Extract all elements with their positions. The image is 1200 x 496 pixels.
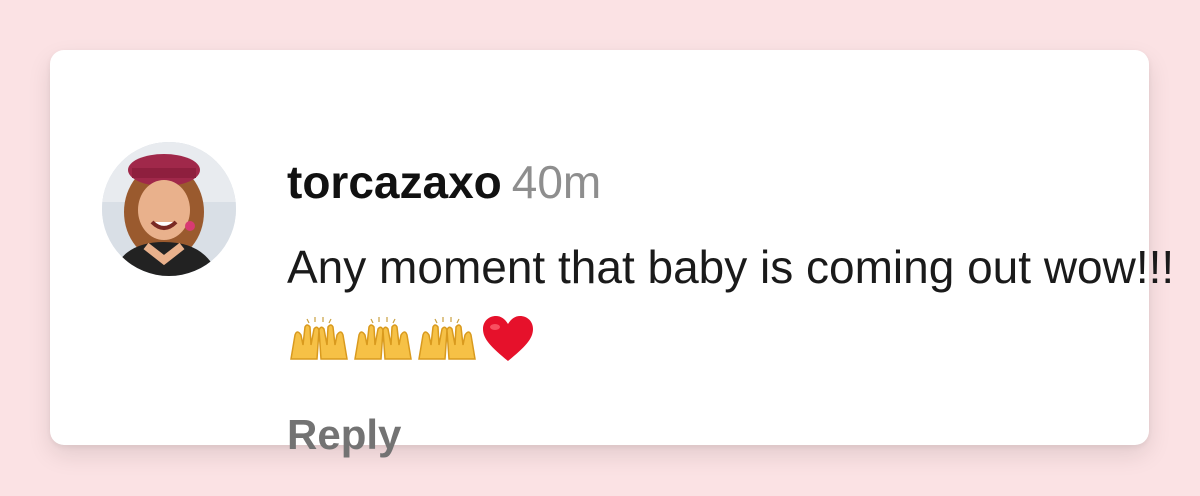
- reply-button[interactable]: Reply: [287, 410, 401, 460]
- raising-hands-icon: [287, 310, 351, 384]
- avatar[interactable]: [102, 142, 236, 276]
- timestamp[interactable]: 40m: [512, 156, 601, 208]
- comment-card: torcazaxo 40m Any moment that baby is com…: [50, 50, 1174, 458]
- raising-hands-icon: [351, 310, 415, 384]
- comment-body: Any moment that baby is coming out wow!!…: [287, 241, 1175, 293]
- username[interactable]: torcazaxo: [287, 156, 502, 208]
- raising-hands-icon: [415, 310, 479, 384]
- avatar-image: [102, 142, 236, 276]
- comment-header: torcazaxo 40m: [287, 154, 601, 210]
- comment-text: Any moment that baby is coming out wow!!…: [287, 230, 1187, 384]
- red-heart-icon: [481, 310, 535, 384]
